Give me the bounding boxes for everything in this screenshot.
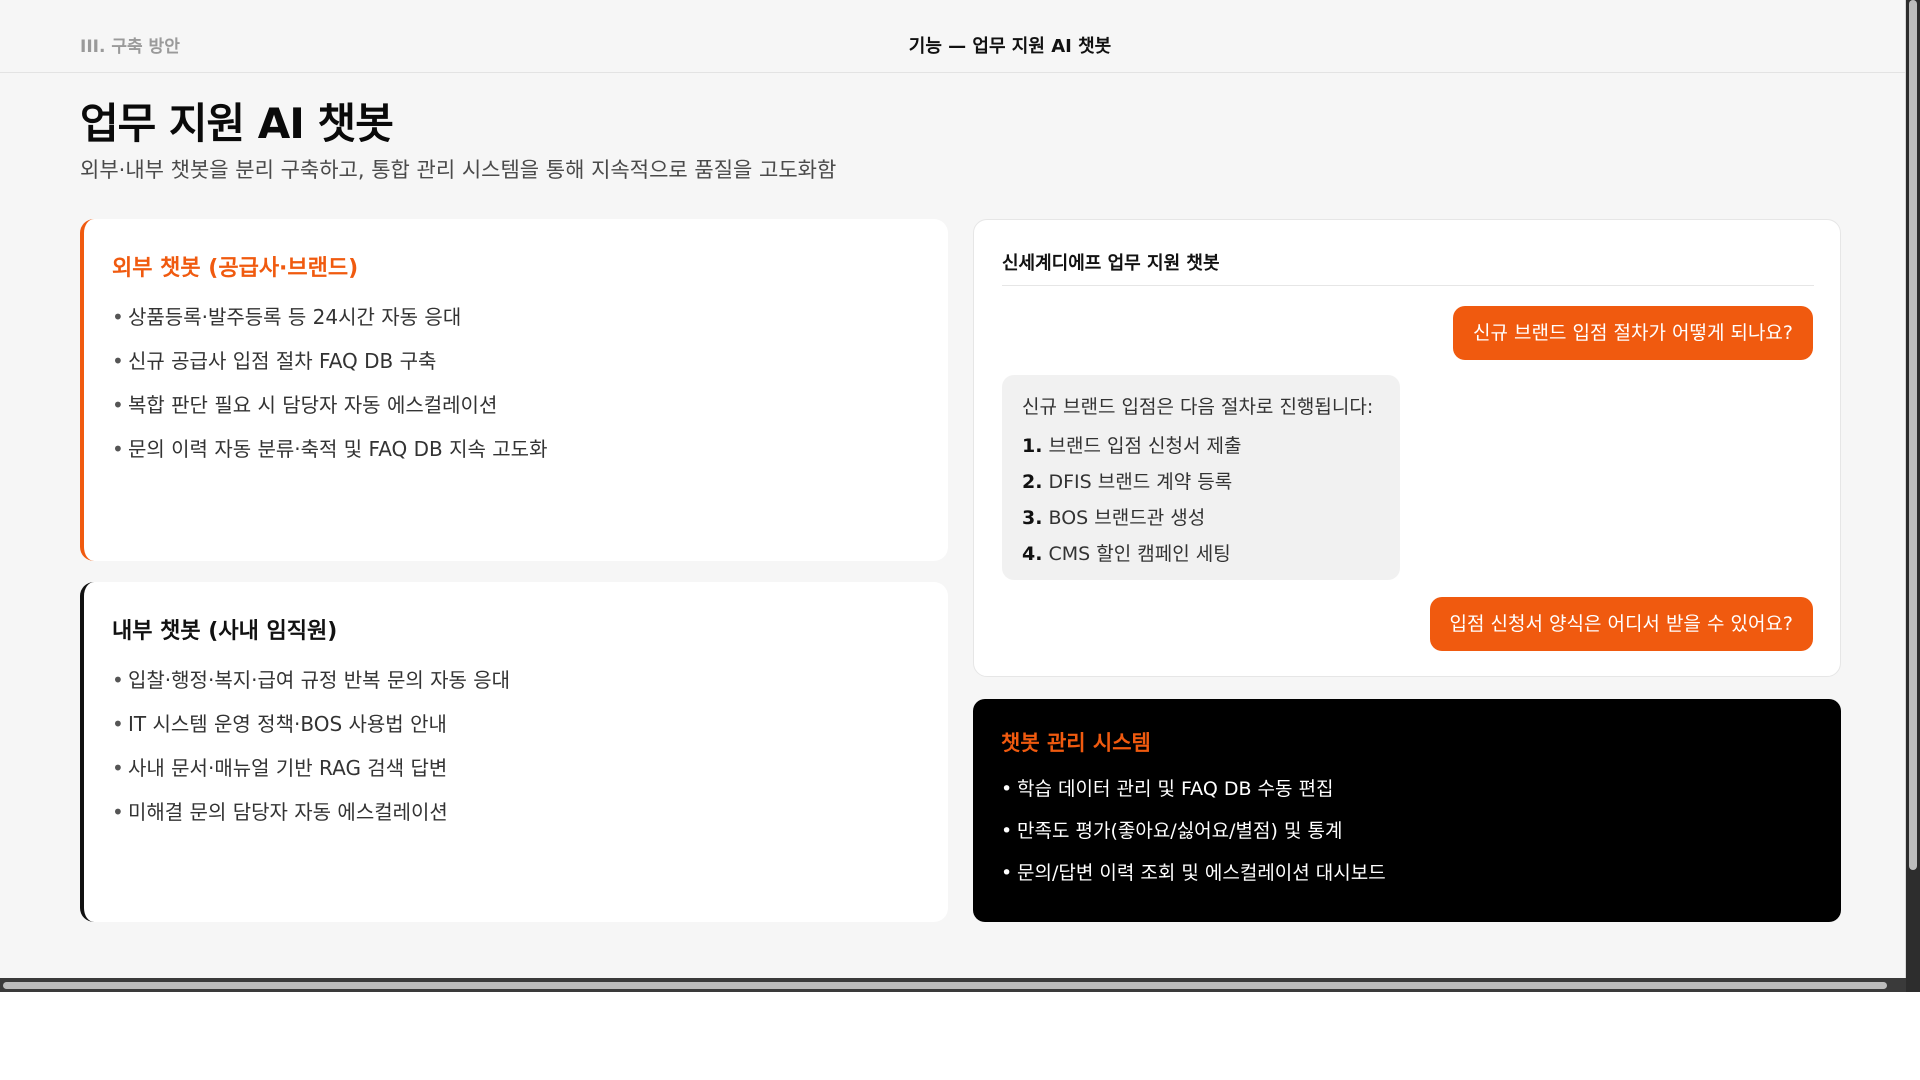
external-feature-list: • 상품등록·발주등록 등 24시간 자동 응대 • 신규 공급사 입점 절차 FA… [112, 303, 547, 479]
chat-title: 신세계디에프 업무 지원 챗봇 [1002, 253, 1220, 274]
internal-chatbot-card: 내부 챗봇 (사내 임직원) • 입찰·행정·복지·급여 규정 반복 문의 자동 … [80, 582, 948, 922]
list-item: • 미해결 문의 담당자 자동 에스컬레이션 [112, 798, 510, 842]
feature-text: 복합 판단 필요 시 담당자 자동 에스컬레이션 [128, 393, 498, 417]
list-item: • 학습 데이터 관리 및 FAQ DB 수동 편집 [1001, 775, 1386, 817]
management-feature-list: • 학습 데이터 관리 및 FAQ DB 수동 편집 • 만족도 평가(좋아요/싫어… [1001, 775, 1386, 901]
step-number: 1. [1022, 435, 1043, 457]
bullet-icon: • [1001, 778, 1013, 800]
vertical-scrollbar[interactable] [1906, 0, 1920, 992]
bot-message-bubble: 신규 브랜드 입점은 다음 절차로 진행됩니다: 1. 브랜드 입점 신청서 제… [1002, 375, 1400, 580]
list-item: • 복합 판단 필요 시 담당자 자동 에스컬레이션 [112, 391, 547, 435]
step-text: DFIS 브랜드 계약 등록 [1048, 471, 1233, 493]
slide-header: III. 구축 방안 기능 — 업무 지원 AI 챗봇 [0, 0, 1905, 73]
list-item: • 신규 공급사 입점 절차 FAQ DB 구축 [112, 347, 547, 391]
step-number: 2. [1022, 471, 1043, 493]
user-message-bubble: 신규 브랜드 입점 절차가 어떻게 되나요? [1453, 306, 1813, 360]
procedure-step: 3. BOS 브랜드관 생성 [1022, 500, 1380, 536]
bullet-icon: • [112, 437, 124, 461]
step-number: 4. [1022, 543, 1043, 565]
user-message-bubble: 입점 신청서 양식은 어디서 받을 수 있어요? [1429, 597, 1813, 651]
list-item: • 문의/답변 이력 조회 및 에스컬레이션 대시보드 [1001, 859, 1386, 901]
bullet-icon: • [112, 305, 124, 329]
horizontal-scrollbar[interactable] [0, 978, 1906, 992]
procedure-step: 4. CMS 할인 캠페인 세팅 [1022, 536, 1380, 572]
step-text: CMS 할인 캠페인 세팅 [1048, 543, 1231, 565]
external-chatbot-card: 외부 챗봇 (공급사·브랜드) • 상품등록·발주등록 등 24시간 자동 응대 … [80, 219, 948, 561]
management-title: 챗봇 관리 시스템 [1001, 731, 1151, 755]
slide-viewport: III. 구축 방안 기능 — 업무 지원 AI 챗봇 업무 지원 AI 챗봇 … [0, 0, 1906, 978]
feature-text: 문의 이력 자동 분류·축적 및 FAQ DB 지속 고도화 [128, 437, 548, 461]
list-item: • 문의 이력 자동 분류·축적 및 FAQ DB 지속 고도화 [112, 435, 547, 479]
page-title: 업무 지원 AI 챗봇 [80, 99, 394, 148]
bullet-icon: • [1001, 820, 1013, 842]
bullet-icon: • [112, 756, 124, 780]
chat-divider [1002, 285, 1814, 286]
external-chatbot-title: 외부 챗봇 (공급사·브랜드) [112, 256, 359, 281]
list-item: • 입찰·행정·복지·급여 규정 반복 문의 자동 응대 [112, 666, 510, 710]
step-number: 3. [1022, 507, 1043, 529]
bot-intro-text: 신규 브랜드 입점은 다음 절차로 진행됩니다: [1022, 396, 1374, 418]
feature-text: 학습 데이터 관리 및 FAQ DB 수동 편집 [1017, 778, 1334, 800]
horizontal-scrollbar-thumb[interactable] [3, 982, 1887, 989]
step-text: 브랜드 입점 신청서 제출 [1048, 435, 1242, 457]
page-subtitle: 외부·내부 챗봇을 분리 구축하고, 통합 관리 시스템을 통해 지속적으로 품… [80, 158, 837, 182]
internal-chatbot-title: 내부 챗봇 (사내 임직원) [112, 619, 338, 644]
procedure-step: 1. 브랜드 입점 신청서 제출 [1022, 428, 1380, 464]
feature-text: 신규 공급사 입점 절차 FAQ DB 구축 [128, 349, 437, 373]
internal-feature-list: • 입찰·행정·복지·급여 규정 반복 문의 자동 응대 • IT 시스템 운영 정… [112, 666, 510, 842]
step-text: BOS 브랜드관 생성 [1048, 507, 1206, 529]
feature-text: 만족도 평가(좋아요/싫어요/별점) 및 통계 [1017, 820, 1343, 842]
bullet-icon: • [112, 349, 124, 373]
list-item: • 만족도 평가(좋아요/싫어요/별점) 및 통계 [1001, 817, 1386, 859]
bullet-icon: • [112, 712, 124, 736]
header-title: 기능 — 업무 지원 AI 챗봇 [908, 36, 1112, 57]
feature-text: IT 시스템 운영 정책·BOS 사용법 안내 [128, 712, 447, 736]
bullet-icon: • [1001, 862, 1013, 884]
feature-text: 상품등록·발주등록 등 24시간 자동 응대 [128, 305, 462, 329]
feature-text: 문의/답변 이력 조회 및 에스컬레이션 대시보드 [1017, 862, 1386, 884]
chat-preview-panel: 신세계디에프 업무 지원 챗봇 신규 브랜드 입점 절차가 어떻게 되나요? 신… [973, 219, 1841, 677]
bullet-icon: • [112, 800, 124, 824]
list-item: • 상품등록·발주등록 등 24시간 자동 응대 [112, 303, 547, 347]
procedure-step: 2. DFIS 브랜드 계약 등록 [1022, 464, 1380, 500]
chatbot-management-card: 챗봇 관리 시스템 • 학습 데이터 관리 및 FAQ DB 수동 편집 • 만족도… [973, 699, 1841, 922]
list-item: • IT 시스템 운영 정책·BOS 사용법 안내 [112, 710, 510, 754]
list-item: • 사내 문서·매뉴얼 기반 RAG 검색 답변 [112, 754, 510, 798]
feature-text: 사내 문서·매뉴얼 기반 RAG 검색 답변 [128, 756, 448, 780]
bullet-icon: • [112, 668, 124, 692]
feature-text: 입찰·행정·복지·급여 규정 반복 문의 자동 응대 [128, 668, 511, 692]
feature-text: 미해결 문의 담당자 자동 에스컬레이션 [128, 800, 448, 824]
bullet-icon: • [112, 393, 124, 417]
vertical-scrollbar-thumb[interactable] [1909, 0, 1917, 870]
